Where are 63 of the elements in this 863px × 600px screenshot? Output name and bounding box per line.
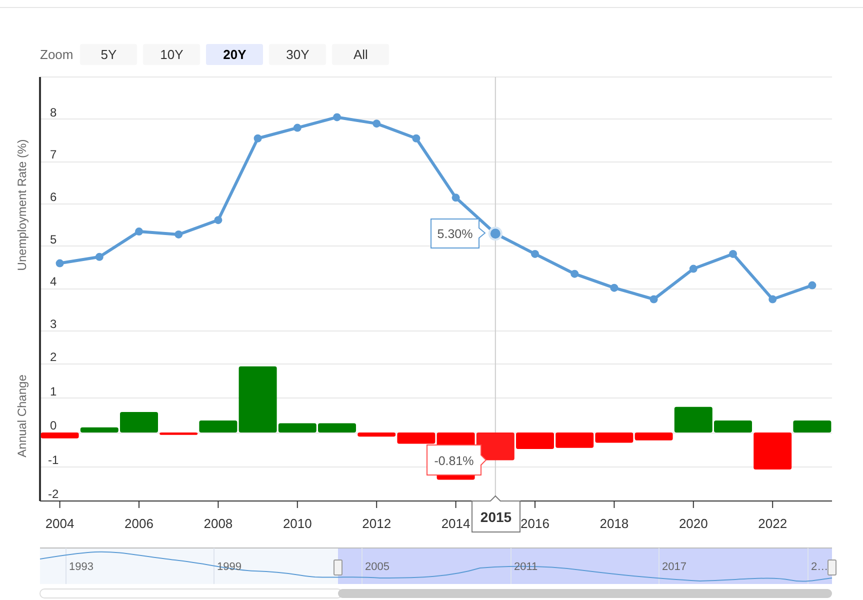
data-point [214,216,222,224]
tick-label: 2022 [758,516,788,531]
data-point [570,270,579,278]
tick-label: 2004 [45,516,74,531]
tick-label: -1 [48,452,59,467]
tick-label: 3 [50,317,57,331]
tick-label: 2012 [362,516,392,531]
zoom-label: Zoom [40,46,74,64]
navigator-handle[interactable] [828,560,836,576]
tick-label: 2008 [204,516,233,531]
axis-title: Unemployment Rate (%) [15,139,29,271]
zoom-button[interactable]: 30Y [269,44,326,65]
data-point [254,134,262,142]
value-tooltip: 5.30% [430,218,486,248]
tick-label: 5 [50,232,57,246]
crosshair-tooltip: 2015 [472,495,520,532]
scrollbar-thumb[interactable] [338,589,832,598]
data-point [650,295,658,304]
data-point [412,134,420,142]
data-point [768,295,777,304]
bar [714,420,752,432]
data-point [610,284,618,292]
bar [120,412,158,432]
tick-label: 2018 [600,516,629,531]
data-point [372,120,381,128]
data-point [729,250,737,258]
data-point [135,228,143,236]
data-point [452,194,460,202]
tick-label: 0 [50,418,57,432]
navigator-label: 2005 [365,561,390,573]
navigator-label: 2… [811,561,828,573]
tick-label: 2006 [124,516,154,531]
tick-label: 7 [50,148,57,162]
zoom-button[interactable]: 10Y [143,44,200,65]
tick-label: -2 [48,487,59,501]
zoom-button[interactable]: 20Y [206,44,264,65]
data-point [531,250,539,258]
bar [318,423,356,432]
axis-title: Annual Change [15,374,29,458]
tick-label: 2010 [282,516,312,531]
tick-label: 1 [50,384,57,398]
tick-label: 2014 [441,516,470,531]
data-point [808,281,816,290]
tick-label: 2 [50,350,57,364]
tick-label: 6 [50,190,57,204]
value-tooltip: -0.81% [426,444,487,476]
data-point [56,259,64,268]
data-point [689,264,698,273]
navigator-handle[interactable] [334,560,342,576]
data-point [333,113,341,122]
data-point [174,230,183,238]
data-point [293,124,302,132]
navigator-label: 1993 [69,561,94,573]
zoom-button[interactable]: All [332,44,390,65]
tick-label: 2016 [520,516,550,531]
tick-label: 4 [50,274,57,289]
data-point [488,226,502,241]
tick-label: 8 [50,105,57,120]
navigator-label: 2017 [662,561,686,573]
data-point [95,252,104,261]
bar [516,432,554,449]
tick-label: 2020 [678,516,708,531]
zoom-button[interactable]: 5Y [80,44,138,65]
